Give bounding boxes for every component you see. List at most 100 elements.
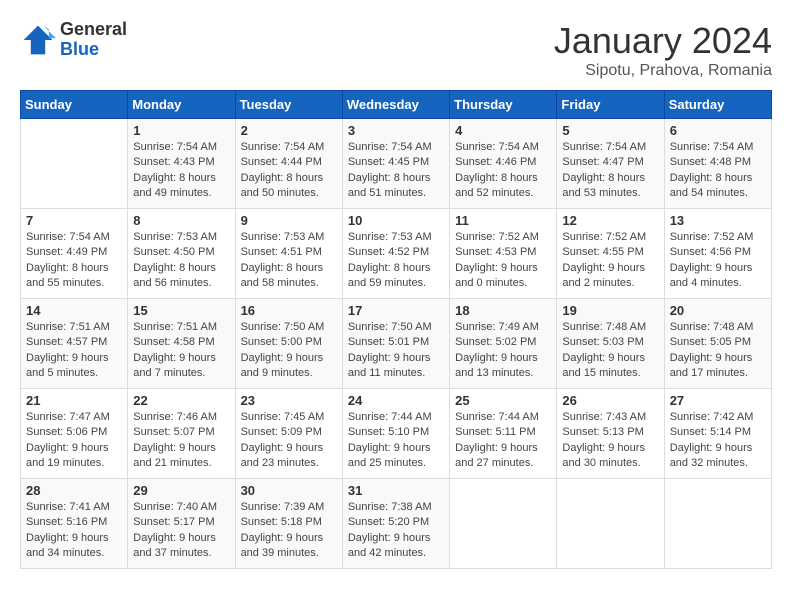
day-info: Sunrise: 7:53 AM Sunset: 4:52 PM Dayligh… (348, 230, 444, 292)
day-info: Sunrise: 7:41 AM Sunset: 5:16 PM Dayligh… (26, 500, 122, 562)
day-number: 16 (241, 303, 337, 318)
day-number: 15 (133, 303, 229, 318)
day-number: 6 (670, 123, 766, 138)
calendar-cell: 22Sunrise: 7:46 AM Sunset: 5:07 PM Dayli… (128, 389, 235, 479)
calendar-cell (557, 479, 664, 569)
calendar-cell: 12Sunrise: 7:52 AM Sunset: 4:55 PM Dayli… (557, 209, 664, 299)
calendar-cell: 31 Sunrise: 7:38 AM Sunset: 5:20 PM Dayli… (342, 479, 449, 569)
day-number: 8 (133, 213, 229, 228)
calendar-week-row: 14 Sunrise: 7:51 AM Sunset: 4:57 PM Dayli… (21, 299, 772, 389)
day-info: Sunrise: 7:39 AM Sunset: 5:18 PM Dayligh… (241, 500, 337, 562)
calendar-cell: 11Sunrise: 7:52 AM Sunset: 4:53 PM Dayli… (450, 209, 557, 299)
day-info: Sunrise: 7:49 AM Sunset: 5:02 PM Dayligh… (455, 320, 551, 382)
day-number: 31 (348, 483, 444, 498)
calendar-cell (664, 479, 771, 569)
logo-text: General Blue (60, 20, 127, 60)
day-info: Sunrise: 7:54 AM Sunset: 4:47 PM Dayligh… (562, 140, 658, 202)
day-info: Sunrise: 7:54 AM Sunset: 4:46 PM Dayligh… (455, 140, 551, 202)
header-sunday: Sunday (21, 91, 128, 119)
day-info: Sunrise: 7:52 AM Sunset: 4:53 PM Dayligh… (455, 230, 551, 292)
calendar-header-row: SundayMondayTuesdayWednesdayThursdayFrid… (21, 91, 772, 119)
calendar-cell: 3Sunrise: 7:54 AM Sunset: 4:45 PM Daylig… (342, 119, 449, 209)
day-number: 12 (562, 213, 658, 228)
calendar-cell: 10Sunrise: 7:53 AM Sunset: 4:52 PM Dayli… (342, 209, 449, 299)
day-number: 23 (241, 393, 337, 408)
day-number: 20 (670, 303, 766, 318)
logo-icon (20, 22, 56, 58)
header-wednesday: Wednesday (342, 91, 449, 119)
calendar-cell: 9Sunrise: 7:53 AM Sunset: 4:51 PM Daylig… (235, 209, 342, 299)
day-number: 28 (26, 483, 122, 498)
day-number: 22 (133, 393, 229, 408)
calendar-cell: 2Sunrise: 7:54 AM Sunset: 4:44 PM Daylig… (235, 119, 342, 209)
calendar-week-row: 7Sunrise: 7:54 AM Sunset: 4:49 PM Daylig… (21, 209, 772, 299)
day-info: Sunrise: 7:40 AM Sunset: 5:17 PM Dayligh… (133, 500, 229, 562)
logo-blue-text: Blue (60, 40, 127, 60)
calendar-cell: 8 Sunrise: 7:53 AM Sunset: 4:50 PM Daylig… (128, 209, 235, 299)
calendar-cell (450, 479, 557, 569)
day-info: Sunrise: 7:54 AM Sunset: 4:43 PM Dayligh… (133, 140, 229, 202)
header-tuesday: Tuesday (235, 91, 342, 119)
calendar-cell: 13 Sunrise: 7:52 AM Sunset: 4:56 PM Dayli… (664, 209, 771, 299)
day-info: Sunrise: 7:43 AM Sunset: 5:13 PM Dayligh… (562, 410, 658, 472)
day-info: Sunrise: 7:53 AM Sunset: 4:51 PM Dayligh… (241, 230, 337, 292)
day-number: 5 (562, 123, 658, 138)
month-year-title: January 2024 (554, 20, 772, 62)
calendar-week-row: 21 Sunrise: 7:47 AM Sunset: 5:06 PM Dayli… (21, 389, 772, 479)
calendar-cell: 17 Sunrise: 7:50 AM Sunset: 5:01 PM Dayli… (342, 299, 449, 389)
day-info: Sunrise: 7:51 AM Sunset: 4:58 PM Dayligh… (133, 320, 229, 382)
day-info: Sunrise: 7:38 AM Sunset: 5:20 PM Dayligh… (348, 500, 444, 562)
day-number: 27 (670, 393, 766, 408)
day-number: 30 (241, 483, 337, 498)
calendar-cell: 7Sunrise: 7:54 AM Sunset: 4:49 PM Daylig… (21, 209, 128, 299)
header-saturday: Saturday (664, 91, 771, 119)
day-number: 18 (455, 303, 551, 318)
calendar-week-row: 28 Sunrise: 7:41 AM Sunset: 5:16 PM Dayli… (21, 479, 772, 569)
logo: General Blue (20, 20, 127, 60)
header-thursday: Thursday (450, 91, 557, 119)
calendar-cell: 27 Sunrise: 7:42 AM Sunset: 5:14 PM Dayli… (664, 389, 771, 479)
day-number: 29 (133, 483, 229, 498)
calendar-cell: 26 Sunrise: 7:43 AM Sunset: 5:13 PM Dayli… (557, 389, 664, 479)
day-number: 26 (562, 393, 658, 408)
day-info: Sunrise: 7:45 AM Sunset: 5:09 PM Dayligh… (241, 410, 337, 472)
day-number: 21 (26, 393, 122, 408)
day-number: 17 (348, 303, 444, 318)
calendar-cell: 15 Sunrise: 7:51 AM Sunset: 4:58 PM Dayli… (128, 299, 235, 389)
day-number: 13 (670, 213, 766, 228)
day-info: Sunrise: 7:54 AM Sunset: 4:48 PM Dayligh… (670, 140, 766, 202)
day-number: 24 (348, 393, 444, 408)
calendar-cell: 23 Sunrise: 7:45 AM Sunset: 5:09 PM Dayli… (235, 389, 342, 479)
day-number: 4 (455, 123, 551, 138)
day-info: Sunrise: 7:48 AM Sunset: 5:03 PM Dayligh… (562, 320, 658, 382)
logo-general-text: General (60, 20, 127, 40)
calendar-table: SundayMondayTuesdayWednesdayThursdayFrid… (20, 90, 772, 569)
header-monday: Monday (128, 91, 235, 119)
calendar-cell: 6 Sunrise: 7:54 AM Sunset: 4:48 PM Daylig… (664, 119, 771, 209)
calendar-cell: 1 Sunrise: 7:54 AM Sunset: 4:43 PM Daylig… (128, 119, 235, 209)
day-number: 19 (562, 303, 658, 318)
page-header: General Blue January 2024 Sipotu, Prahov… (20, 20, 772, 80)
day-info: Sunrise: 7:50 AM Sunset: 5:00 PM Dayligh… (241, 320, 337, 382)
day-info: Sunrise: 7:47 AM Sunset: 5:06 PM Dayligh… (26, 410, 122, 472)
day-info: Sunrise: 7:54 AM Sunset: 4:44 PM Dayligh… (241, 140, 337, 202)
calendar-cell: 20 Sunrise: 7:48 AM Sunset: 5:05 PM Dayli… (664, 299, 771, 389)
location-subtitle: Sipotu, Prahova, Romania (554, 62, 772, 80)
day-info: Sunrise: 7:48 AM Sunset: 5:05 PM Dayligh… (670, 320, 766, 382)
day-number: 1 (133, 123, 229, 138)
day-info: Sunrise: 7:42 AM Sunset: 5:14 PM Dayligh… (670, 410, 766, 472)
day-info: Sunrise: 7:54 AM Sunset: 4:45 PM Dayligh… (348, 140, 444, 202)
calendar-cell (21, 119, 128, 209)
day-info: Sunrise: 7:52 AM Sunset: 4:56 PM Dayligh… (670, 230, 766, 292)
day-number: 14 (26, 303, 122, 318)
calendar-cell: 28 Sunrise: 7:41 AM Sunset: 5:16 PM Dayli… (21, 479, 128, 569)
calendar-week-row: 1 Sunrise: 7:54 AM Sunset: 4:43 PM Daylig… (21, 119, 772, 209)
calendar-cell: 30 Sunrise: 7:39 AM Sunset: 5:18 PM Dayli… (235, 479, 342, 569)
day-info: Sunrise: 7:53 AM Sunset: 4:50 PM Dayligh… (133, 230, 229, 292)
calendar-cell: 4 Sunrise: 7:54 AM Sunset: 4:46 PM Daylig… (450, 119, 557, 209)
day-info: Sunrise: 7:50 AM Sunset: 5:01 PM Dayligh… (348, 320, 444, 382)
calendar-cell: 5 Sunrise: 7:54 AM Sunset: 4:47 PM Daylig… (557, 119, 664, 209)
day-number: 7 (26, 213, 122, 228)
day-info: Sunrise: 7:51 AM Sunset: 4:57 PM Dayligh… (26, 320, 122, 382)
calendar-cell: 24Sunrise: 7:44 AM Sunset: 5:10 PM Dayli… (342, 389, 449, 479)
